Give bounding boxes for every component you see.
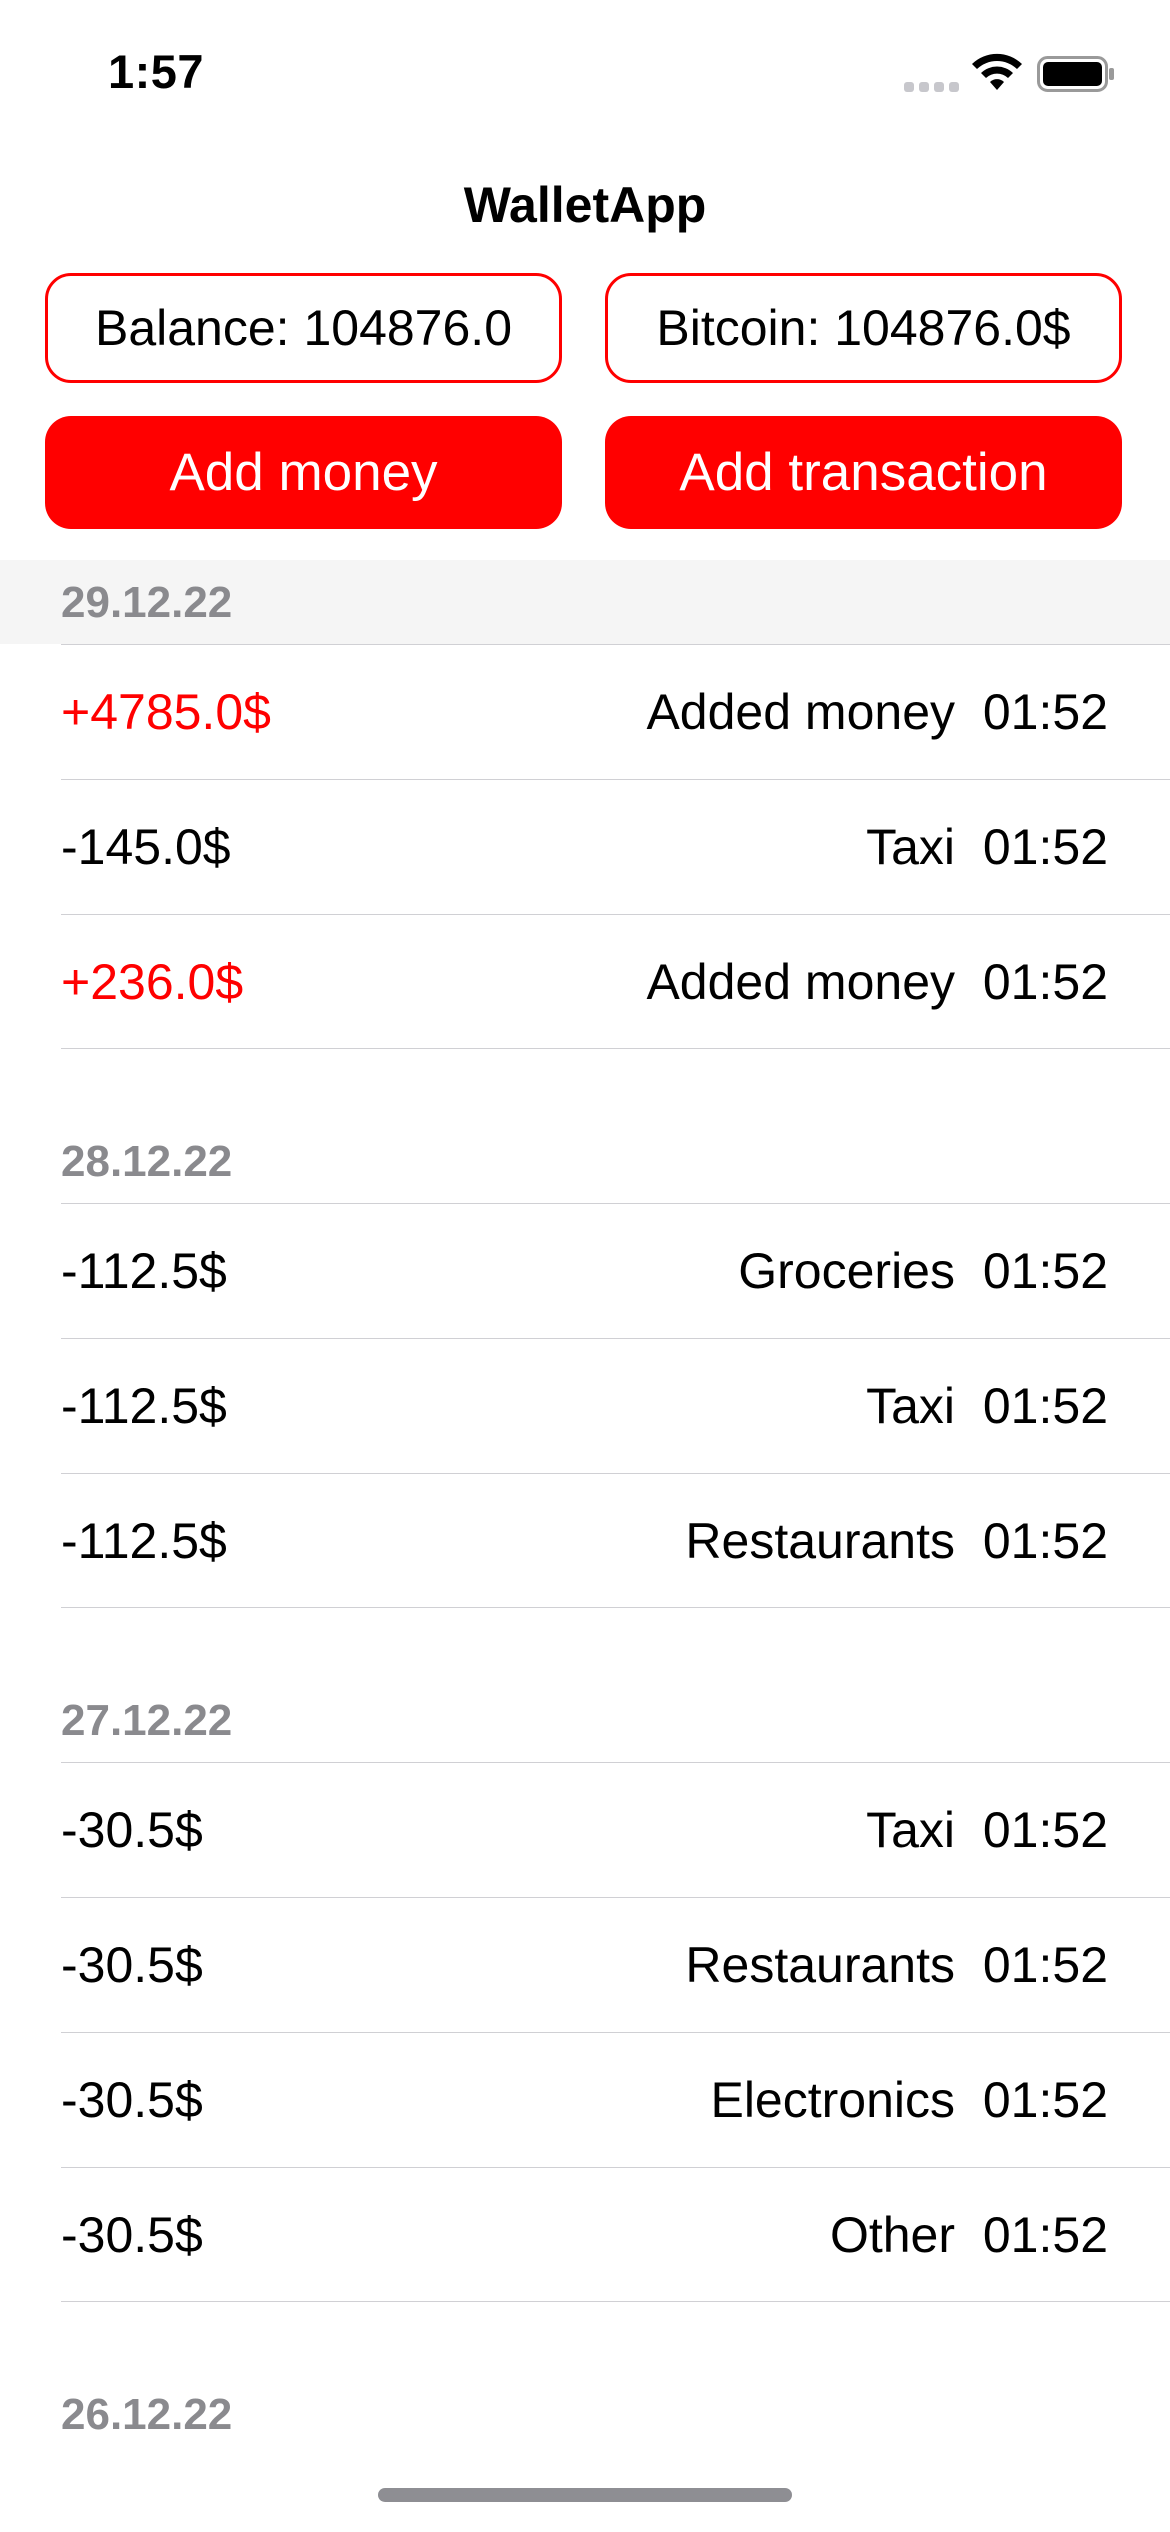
- add-money-button[interactable]: Add money: [45, 416, 562, 529]
- transaction-row[interactable]: -30.5$ Taxi 01:52: [0, 1762, 1170, 1897]
- status-bar: 1:57: [0, 0, 1170, 140]
- section-header: 28.12.22: [0, 1119, 1170, 1203]
- transaction-amount: -112.5$: [61, 1242, 227, 1299]
- transaction-row[interactable]: -112.5$ Taxi 01:52: [0, 1338, 1170, 1473]
- transaction-time: 01:52: [982, 1242, 1108, 1299]
- transaction-category: Taxi: [866, 1377, 955, 1434]
- transaction-row[interactable]: -30.5$ Other 01:52: [0, 2167, 1170, 2302]
- transaction-category: Taxi: [866, 1801, 955, 1858]
- section-date: 29.12.22: [61, 578, 233, 627]
- section-date: 26.12.22: [61, 2390, 233, 2439]
- transaction-time: 01:52: [982, 1801, 1108, 1858]
- wifi-icon: [972, 53, 1022, 90]
- transaction-category: Groceries: [738, 1242, 955, 1299]
- transaction-category: Taxi: [866, 818, 955, 875]
- transaction-time: 01:52: [982, 1377, 1108, 1434]
- home-indicator[interactable]: [378, 2488, 792, 2502]
- add-transaction-button[interactable]: Add transaction: [605, 416, 1122, 529]
- transaction-row[interactable]: -30.5$ Restaurants 01:52: [0, 1897, 1170, 2032]
- transaction-row[interactable]: -112.5$ Restaurants 01:52: [0, 1473, 1170, 1608]
- status-time: 1:57: [108, 45, 205, 98]
- transaction-amount: +236.0$: [61, 953, 244, 1010]
- transaction-row[interactable]: -145.0$ Taxi 01:52: [0, 779, 1170, 914]
- transaction-amount: -30.5$: [61, 2206, 203, 2263]
- section-date: 28.12.22: [61, 1137, 233, 1186]
- transaction-list[interactable]: 29.12.22 +4785.0$ Added money 01:52 -145…: [0, 560, 1170, 2456]
- transaction-row[interactable]: -30.5$ Electronics 01:52: [0, 2032, 1170, 2167]
- transaction-category: Restaurants: [685, 1512, 955, 1569]
- transaction-row[interactable]: +4785.0$ Added money 01:52: [0, 644, 1170, 779]
- transaction-category: Added money: [646, 953, 955, 1010]
- transaction-time: 01:52: [982, 683, 1108, 740]
- transaction-amount: -112.5$: [61, 1512, 227, 1569]
- page-title: WalletApp: [463, 177, 707, 233]
- transaction-row[interactable]: -112.5$ Groceries 01:52: [0, 1203, 1170, 1338]
- transaction-amount: -30.5$: [61, 2071, 203, 2128]
- transaction-time: 01:52: [982, 953, 1108, 1010]
- section-header: 29.12.22: [0, 560, 1170, 644]
- transaction-time: 01:52: [982, 818, 1108, 875]
- transaction-category: Restaurants: [685, 1936, 955, 1993]
- balance-display: Balance: 104876.0: [45, 273, 562, 383]
- transaction-amount: +4785.0$: [61, 683, 271, 740]
- transaction-amount: -145.0$: [61, 818, 231, 875]
- transaction-time: 01:52: [982, 1512, 1108, 1569]
- transaction-category: Other: [829, 2206, 955, 2263]
- transaction-time: 01:52: [982, 1936, 1108, 1993]
- transaction-amount: -30.5$: [61, 1801, 203, 1858]
- section-header: 27.12.22: [0, 1678, 1170, 1762]
- transaction-amount: -30.5$: [61, 1936, 203, 1993]
- section-date: 27.12.22: [61, 1696, 233, 1745]
- section-header: 26.12.22: [0, 2372, 1170, 2456]
- bitcoin-display: Bitcoin: 104876.0$: [605, 273, 1122, 383]
- transaction-amount: -112.5$: [61, 1377, 227, 1434]
- transaction-time: 01:52: [982, 2071, 1108, 2128]
- transaction-time: 01:52: [982, 2206, 1108, 2263]
- transaction-category: Electronics: [710, 2071, 955, 2128]
- transaction-row[interactable]: +236.0$ Added money 01:52: [0, 914, 1170, 1049]
- cellular-signal-icon: [904, 82, 959, 92]
- battery-icon: [1037, 56, 1114, 92]
- transaction-category: Added money: [646, 683, 955, 740]
